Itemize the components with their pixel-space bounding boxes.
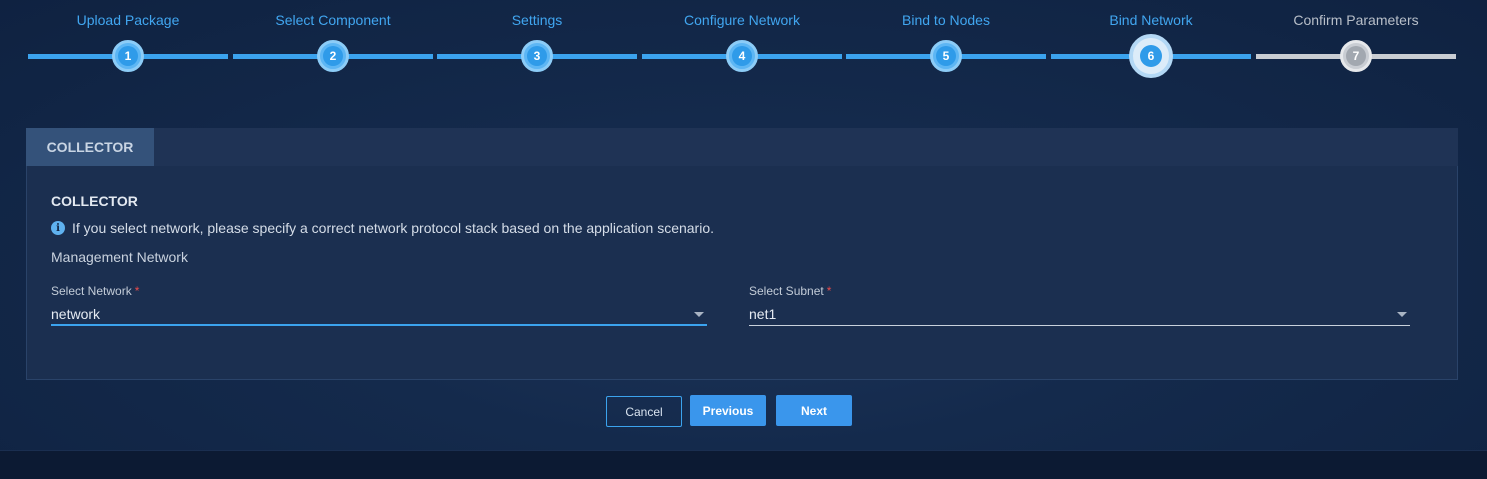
section-title: COLLECTOR <box>51 193 138 209</box>
select-subnet-dropdown[interactable]: net1 <box>749 304 1410 326</box>
select-subnet-label: Select Subnet * <box>749 284 832 298</box>
step-select-component[interactable]: Select Component 2 <box>233 0 433 80</box>
required-mark: * <box>826 284 832 298</box>
step-bind-to-nodes[interactable]: Bind to Nodes 5 <box>846 0 1046 80</box>
tab-collector[interactable]: COLLECTOR <box>26 128 154 166</box>
network-group-label: Management Network <box>51 249 188 265</box>
footer-strip <box>0 450 1487 479</box>
step-label: Settings <box>511 12 563 28</box>
collector-panel <box>26 166 1458 380</box>
chevron-down-icon[interactable] <box>1397 312 1407 317</box>
step-label: Select Component <box>275 12 391 28</box>
step-number-badge: 4 <box>726 40 758 72</box>
required-mark: * <box>134 284 140 298</box>
step-label: Bind Network <box>1109 12 1193 28</box>
info-text: If you select network, please specify a … <box>72 220 715 236</box>
step-upload-package[interactable]: Upload Package 1 <box>28 0 228 80</box>
select-network-value: network <box>51 306 101 322</box>
step-bind-network[interactable]: Bind Network 6 <box>1051 0 1251 80</box>
step-label: Configure Network <box>684 12 800 28</box>
previous-button[interactable]: Previous <box>690 395 766 426</box>
step-number-badge: 1 <box>112 40 144 72</box>
step-label: Upload Package <box>76 12 180 28</box>
step-number-badge: 3 <box>521 40 553 72</box>
step-number-badge: 6 <box>1129 34 1173 78</box>
step-number-badge: 2 <box>317 40 349 72</box>
select-subnet-value: net1 <box>749 306 777 322</box>
select-network-label: Select Network * <box>51 284 140 298</box>
step-number-badge: 7 <box>1340 40 1372 72</box>
info-icon: i <box>51 221 65 235</box>
tab-bar <box>154 128 1458 166</box>
next-button[interactable]: Next <box>776 395 852 426</box>
select-subnet-field: Select Subnet * net1 <box>749 284 1410 326</box>
wizard-stepper: Upload Package 1 Select Component 2 Sett… <box>28 0 1456 80</box>
step-number-badge: 5 <box>930 40 962 72</box>
step-label: Confirm Parameters <box>1293 12 1419 28</box>
step-confirm-parameters: Confirm Parameters 7 <box>1256 0 1456 80</box>
step-label: Bind to Nodes <box>902 12 990 28</box>
cancel-button[interactable]: Cancel <box>606 396 682 427</box>
select-network-field: Select Network * network <box>51 284 707 326</box>
step-configure-network[interactable]: Configure Network 4 <box>642 0 842 80</box>
info-notice: i If you select network, please specify … <box>51 220 714 236</box>
select-network-dropdown[interactable]: network <box>51 304 707 326</box>
step-settings[interactable]: Settings 3 <box>437 0 637 80</box>
chevron-down-icon[interactable] <box>694 312 704 317</box>
